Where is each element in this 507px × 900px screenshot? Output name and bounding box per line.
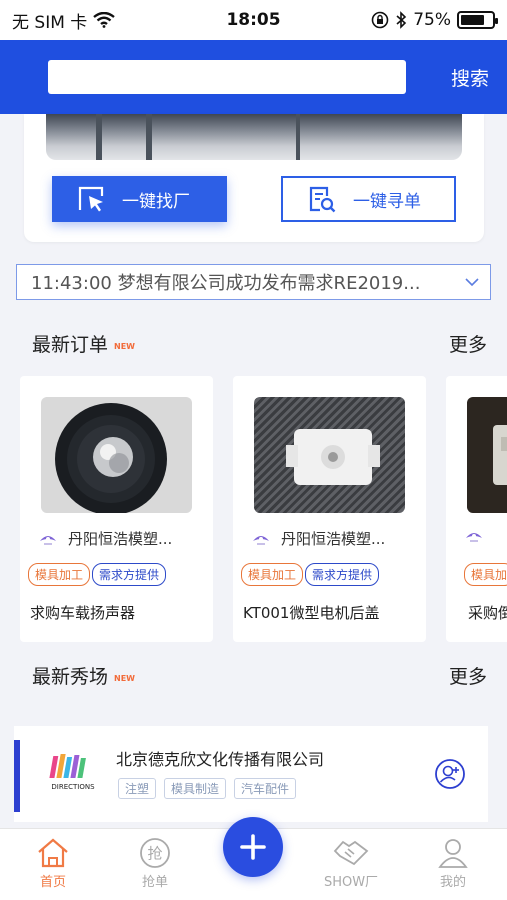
- header: 搜索: [0, 40, 507, 114]
- ticker-text: 11:43:00 梦想有限公司成功发布需求RE2019...: [31, 273, 421, 294]
- show-tag: 汽车配件: [234, 778, 297, 799]
- company-row: 丹阳恒浩模塑...: [38, 528, 172, 549]
- battery-percent: 75%: [413, 10, 451, 30]
- orientation-lock-icon: [371, 11, 389, 29]
- tag-supply: 需求方提供: [92, 563, 167, 586]
- tab-home[interactable]: 首页: [18, 837, 88, 890]
- banner-image[interactable]: [46, 114, 462, 160]
- show-tag: 注塑: [118, 778, 157, 799]
- news-ticker[interactable]: 11:43:00 梦想有限公司成功发布需求RE2019...: [16, 264, 491, 300]
- find-order-button[interactable]: 一键寻单: [281, 176, 456, 222]
- new-badge: NEW: [114, 342, 135, 351]
- order-card[interactable]: 丹阳恒浩模塑... 模具加工 需求方提供 KT001微型电机后盖: [233, 376, 426, 642]
- tab-bar: 首页 抢 抢单 SHOW厂 我的: [0, 817, 507, 900]
- handshake-icon: [333, 840, 369, 866]
- latest-orders-more-link[interactable]: 更多: [449, 330, 487, 357]
- find-factory-label: 一键找厂: [122, 191, 190, 212]
- order-title: 采购倒: [468, 604, 507, 622]
- tag-process: 模具加工: [28, 563, 91, 586]
- publish-button[interactable]: [223, 817, 283, 877]
- tab-grab-order-label: 抢单: [141, 875, 168, 890]
- latest-orders-header: 最新订单 NEW 更多: [32, 330, 487, 357]
- company-name: 丹阳恒浩模塑...: [281, 530, 386, 548]
- new-badge: NEW: [114, 674, 135, 683]
- latest-show-header: 最新秀场 NEW 更多: [32, 662, 487, 689]
- tab-grab-order[interactable]: 抢 抢单: [120, 837, 190, 890]
- find-order-label: 一键寻单: [353, 191, 421, 212]
- latest-show-more-link[interactable]: 更多: [449, 662, 487, 689]
- show-tags: 注塑 模具制造 汽车配件: [118, 778, 297, 799]
- latest-orders-title: 最新订单: [32, 334, 109, 356]
- show-company-name: 北京德克欣文化传播有限公司: [116, 750, 325, 769]
- tags-row: 模具加: [464, 563, 507, 586]
- plus-icon: [240, 834, 266, 860]
- carrier-label: 无 SIM 卡: [12, 12, 88, 33]
- tab-show-factory-label: SHOW厂: [323, 875, 379, 890]
- grab-order-icon: 抢: [140, 838, 170, 868]
- tab-profile-label: 我的: [439, 875, 466, 890]
- order-carousel[interactable]: 丹阳恒浩模塑... 模具加工 需求方提供 求购车载扬声器 丹阳恒浩模塑... 模…: [0, 376, 507, 644]
- company-logo-icon: [466, 533, 482, 542]
- cursor-click-icon: [78, 186, 104, 212]
- tags-row: 模具加工 需求方提供: [28, 563, 167, 586]
- latest-show-title: 最新秀场: [32, 666, 109, 688]
- profile-icon: [438, 839, 468, 868]
- find-factory-button[interactable]: 一键找厂: [52, 176, 227, 222]
- show-tag: 模具制造: [164, 778, 227, 799]
- svg-text:抢: 抢: [147, 845, 162, 863]
- company-row: 丹阳恒浩模塑...: [251, 528, 385, 549]
- add-contact-icon[interactable]: [434, 758, 466, 790]
- order-title: 求购车载扬声器: [30, 604, 136, 622]
- document-search-icon: [309, 186, 336, 213]
- tab-show-factory[interactable]: SHOW厂: [316, 837, 386, 890]
- accent-bar: [14, 740, 20, 812]
- tags-row: 模具加工 需求方提供: [241, 563, 380, 586]
- wifi-icon: [93, 12, 116, 28]
- search-input[interactable]: [48, 60, 406, 94]
- order-image-part: [467, 397, 507, 513]
- company-row: [464, 528, 494, 544]
- order-title: KT001微型电机后盖: [243, 604, 380, 622]
- top-card: 一键找厂 一键寻单: [24, 114, 484, 242]
- battery-icon: [457, 11, 498, 29]
- home-icon: [38, 838, 68, 868]
- status-bar: 无 SIM 卡 18:05 75%: [0, 0, 507, 40]
- battery-level: [461, 15, 484, 25]
- order-card[interactable]: 模具加 采购倒: [446, 376, 507, 642]
- bluetooth-icon: [396, 11, 407, 29]
- tab-profile[interactable]: 我的: [418, 837, 488, 890]
- show-card[interactable]: DIRECTIONS 北京德克欣文化传播有限公司 注塑 模具制造 汽车配件: [14, 726, 488, 822]
- order-card[interactable]: 丹阳恒浩模塑... 模具加工 需求方提供 求购车载扬声器: [20, 376, 213, 642]
- company-logo-icon: [40, 535, 56, 545]
- company-logo: DIRECTIONS: [46, 752, 100, 796]
- tag-process: 模具加: [464, 563, 507, 586]
- tag-supply: 需求方提供: [305, 563, 380, 586]
- company-name: 丹阳恒浩模塑...: [68, 530, 173, 548]
- company-logo-icon: [253, 535, 269, 545]
- logo-text: DIRECTIONS: [51, 783, 95, 791]
- order-image-speaker: [41, 397, 192, 513]
- tab-home-label: 首页: [39, 875, 66, 890]
- search-button[interactable]: 搜索: [451, 64, 489, 91]
- tag-process: 模具加工: [241, 563, 304, 586]
- order-image-motor-cover: [254, 397, 405, 513]
- chevron-down-icon[interactable]: [464, 274, 480, 290]
